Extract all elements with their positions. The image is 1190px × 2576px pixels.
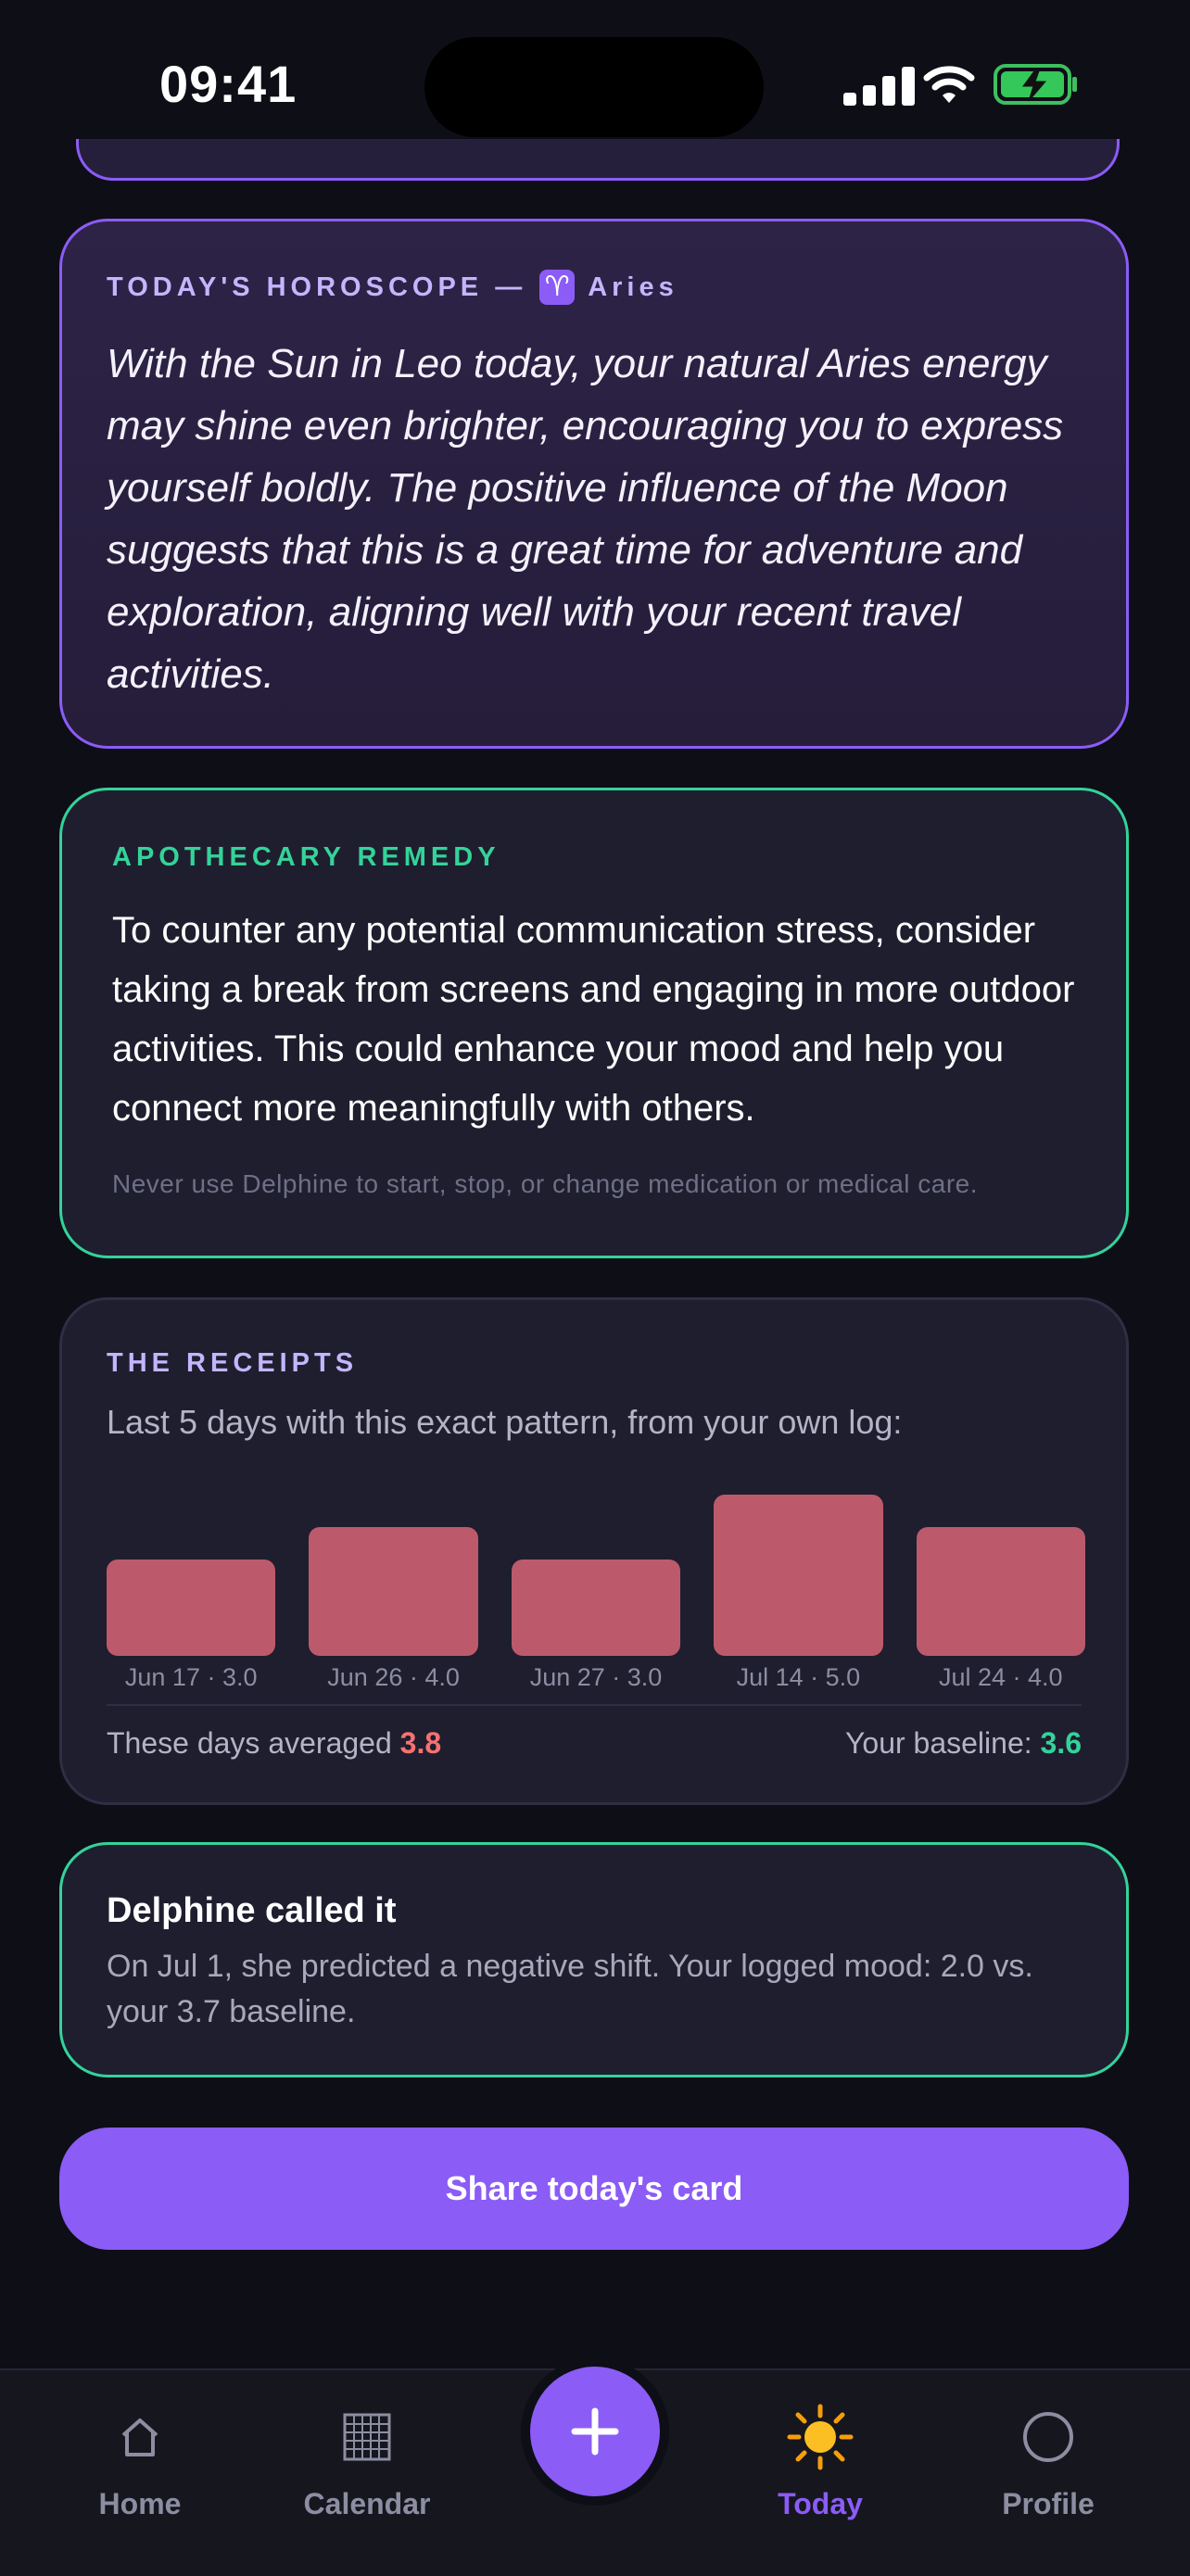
bar-label: Jun 27 · 3.0	[529, 1663, 663, 1691]
tab-calendar[interactable]: Calendar	[265, 2404, 469, 2521]
battery-charging-icon	[994, 64, 1077, 105]
mood-bar	[107, 1559, 276, 1656]
dynamic-island	[424, 37, 764, 137]
horoscope-label-text: TODAY'S HOROSCOPE —	[107, 271, 527, 302]
home-icon	[121, 2418, 158, 2456]
average-prefix: These days averaged	[107, 1726, 392, 1760]
sun-icon	[787, 2404, 854, 2470]
mood-bar	[309, 1526, 478, 1656]
aries-sign-icon: ♈	[539, 270, 576, 305]
status-time: 09:41	[159, 55, 298, 113]
remedy-label: APOTHECARY REMEDY	[112, 842, 500, 872]
baseline-value: 3.6	[1040, 1726, 1082, 1760]
tab-home[interactable]: Home	[38, 2404, 242, 2521]
baseline-summary: Your baseline: 3.6	[845, 1726, 1082, 1761]
medical-disclaimer: Never use Delphine to start, stop, or ch…	[112, 1169, 979, 1198]
tab-profile-label: Profile	[1002, 2487, 1095, 2520]
tab-today[interactable]: Today	[718, 2404, 922, 2521]
tab-home-label: Home	[98, 2487, 182, 2520]
bar-label: Jul 24 · 4.0	[939, 1663, 1063, 1691]
mood-bar	[714, 1495, 883, 1656]
prediction-title: Delphine called it	[107, 1891, 397, 1930]
tab-calendar-label: Calendar	[303, 2487, 431, 2520]
prediction-card: Delphine called it On Jul 1, she predict…	[59, 1842, 1129, 2077]
receipts-subtitle: Last 5 days with this exact pattern, fro…	[107, 1403, 903, 1441]
previous-card-edge	[76, 139, 1120, 181]
calendar-icon	[343, 2413, 391, 2461]
horoscope-card: TODAY'S HOROSCOPE — ♈ Aries With the Sun…	[59, 219, 1129, 749]
cellular-signal-icon	[843, 65, 916, 106]
receipts-label: THE RECEIPTS	[107, 1348, 359, 1378]
average-value: 3.8	[399, 1726, 442, 1760]
bar-label: Jun 17 · 3.0	[124, 1663, 258, 1691]
wifi-icon	[923, 66, 975, 103]
average-summary: These days averaged 3.8	[107, 1726, 441, 1761]
horoscope-sign-name: Aries	[588, 271, 678, 302]
plus-icon	[571, 2407, 619, 2456]
mood-bar-chart	[107, 1467, 1085, 1656]
profile-icon	[1023, 2412, 1073, 2462]
share-card-button[interactable]: Share today's card	[59, 2128, 1129, 2250]
add-entry-button[interactable]	[530, 2367, 660, 2496]
baseline-prefix: Your baseline:	[844, 1726, 1032, 1760]
receipts-card: THE RECEIPTS Last 5 days with this exact…	[59, 1297, 1129, 1805]
remedy-card: APOTHECARY REMEDY To counter any potenti…	[59, 788, 1129, 1258]
horoscope-text: With the Sun in Leo today, your natural …	[107, 341, 1064, 697]
mood-bar	[511, 1559, 681, 1656]
remedy-text: To counter any potential communication s…	[112, 910, 1075, 1129]
bar-label: Jun 26 · 4.0	[327, 1663, 460, 1691]
horoscope-label: TODAY'S HOROSCOPE — ♈ Aries	[107, 270, 1082, 305]
tab-profile[interactable]: Profile	[946, 2404, 1150, 2521]
tab-today-label: Today	[778, 2487, 863, 2520]
mood-bar	[916, 1526, 1085, 1656]
bar-label: Jul 14 · 5.0	[736, 1663, 861, 1691]
receipts-divider	[107, 1704, 1082, 1706]
prediction-text: On Jul 1, she predicted a negative shift…	[107, 1949, 1033, 2029]
